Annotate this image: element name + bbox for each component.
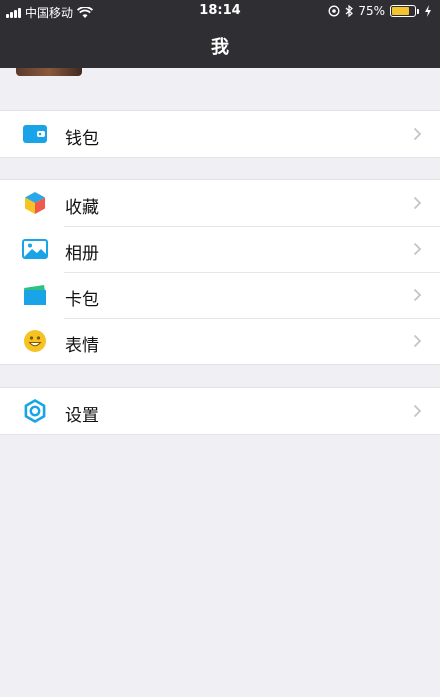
- wallet-icon: [22, 122, 48, 146]
- status-bar: 中国移动 18:14 75%: [0, 0, 440, 24]
- menu-item-settings[interactable]: 设置: [0, 388, 440, 434]
- chevron-right-icon: [413, 196, 422, 210]
- menu-item-label: 钱包: [65, 129, 99, 149]
- chevron-right-icon: [413, 242, 422, 256]
- menu-item-favorites[interactable]: 收藏: [0, 180, 440, 226]
- photo-icon: [22, 237, 48, 261]
- chevron-right-icon: [413, 127, 422, 141]
- menu-item-label: 收藏: [65, 198, 99, 218]
- location-lock-icon: [328, 5, 340, 17]
- chevron-right-icon: [413, 288, 422, 302]
- settings-group: 设置: [0, 387, 440, 435]
- content-group: 收藏 相册 卡包 表情: [0, 179, 440, 365]
- menu-item-label: 表情: [65, 336, 99, 356]
- avatar[interactable]: [16, 68, 82, 76]
- cube-icon: [22, 191, 48, 215]
- charging-icon: [425, 5, 431, 17]
- wallet-group: 钱包: [0, 110, 440, 158]
- chevron-right-icon: [413, 404, 422, 418]
- chevron-right-icon: [413, 334, 422, 348]
- menu-item-label: 相册: [65, 244, 99, 264]
- menu-item-label: 设置: [65, 406, 99, 426]
- top-bar: 中国移动 18:14 75% 我: [0, 0, 440, 68]
- battery-icon: [390, 5, 419, 17]
- card-icon: [22, 283, 48, 307]
- page-title: 我: [211, 37, 229, 58]
- menu-item-cards[interactable]: 卡包: [0, 272, 440, 318]
- battery-fill: [392, 7, 409, 15]
- battery-percent: 75%: [358, 4, 385, 18]
- menu-item-album[interactable]: 相册: [0, 226, 440, 272]
- smiley-icon: [22, 329, 48, 353]
- status-right: 75%: [328, 4, 432, 18]
- gear-icon: [22, 399, 48, 423]
- bluetooth-icon: [345, 5, 354, 17]
- menu-item-wallet[interactable]: 钱包: [0, 111, 440, 157]
- menu-item-label: 卡包: [65, 290, 99, 310]
- menu-item-stickers[interactable]: 表情: [0, 318, 440, 364]
